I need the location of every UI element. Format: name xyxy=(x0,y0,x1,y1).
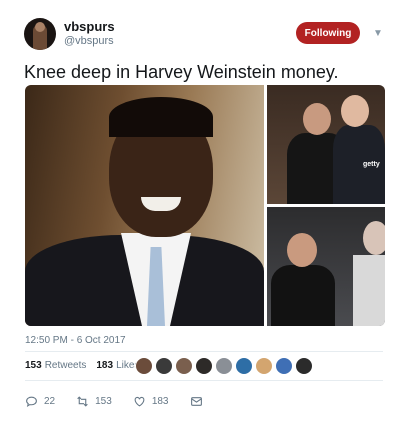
divider xyxy=(25,380,383,381)
tweet-stats: 153 Retweets 183 Likes xyxy=(25,360,139,371)
person-body xyxy=(353,255,385,326)
avatar-head xyxy=(35,22,45,32)
liker-avatar[interactable] xyxy=(235,357,253,375)
user-handle[interactable]: @vbspurs xyxy=(64,35,114,47)
heart-icon xyxy=(134,396,145,407)
reply-count: 22 xyxy=(44,396,56,407)
liker-avatar[interactable] xyxy=(175,357,193,375)
reply-button[interactable]: 22 xyxy=(25,395,55,408)
liker-avatar[interactable] xyxy=(135,357,153,375)
person-head xyxy=(303,103,331,135)
envelope-icon xyxy=(190,397,202,406)
liker-avatar[interactable] xyxy=(195,357,213,375)
person-body xyxy=(271,265,335,326)
message-button[interactable] xyxy=(190,395,209,408)
display-name[interactable]: vbspurs xyxy=(64,19,115,34)
media-image-bottom-right[interactable] xyxy=(267,207,385,326)
avatar[interactable] xyxy=(24,18,56,50)
like-count: 183 xyxy=(151,396,169,407)
liker-avatar[interactable] xyxy=(275,357,293,375)
person-head xyxy=(287,233,317,267)
person-head xyxy=(363,221,385,255)
media-image-main[interactable] xyxy=(25,85,264,326)
liker-avatar[interactable] xyxy=(255,357,273,375)
liker-avatar[interactable] xyxy=(215,357,233,375)
retweet-icon xyxy=(77,396,88,407)
likes-count[interactable]: 183 xyxy=(96,360,113,371)
tweet-timestamp[interactable]: 12:50 PM - 6 Oct 2017 xyxy=(25,335,126,346)
tweet-header: vbspurs @vbspurs Following ▼ xyxy=(0,0,407,60)
retweets-count[interactable]: 153 xyxy=(25,360,42,371)
liker-avatar[interactable] xyxy=(295,357,313,375)
retweets-label[interactable]: Retweets xyxy=(45,360,87,371)
tweet-actions: 22 153 183 xyxy=(25,395,230,408)
likers-avatars xyxy=(135,357,313,375)
following-button[interactable]: Following xyxy=(296,22,360,44)
image-watermark: getty xyxy=(363,161,380,168)
chevron-down-icon[interactable]: ▼ xyxy=(373,28,383,39)
like-button[interactable]: 183 xyxy=(133,395,169,408)
divider xyxy=(25,351,383,352)
media-image-top-right[interactable]: getty xyxy=(267,85,385,204)
hair-shape xyxy=(109,97,213,137)
retweet-count: 153 xyxy=(95,396,112,407)
tweet-media: getty xyxy=(25,85,385,326)
reply-icon xyxy=(26,396,37,407)
person-head xyxy=(341,95,369,127)
liker-avatar[interactable] xyxy=(155,357,173,375)
tweet-text: Knee deep in Harvey Weinstein money. xyxy=(24,62,339,82)
retweet-button[interactable]: 153 xyxy=(76,395,112,408)
